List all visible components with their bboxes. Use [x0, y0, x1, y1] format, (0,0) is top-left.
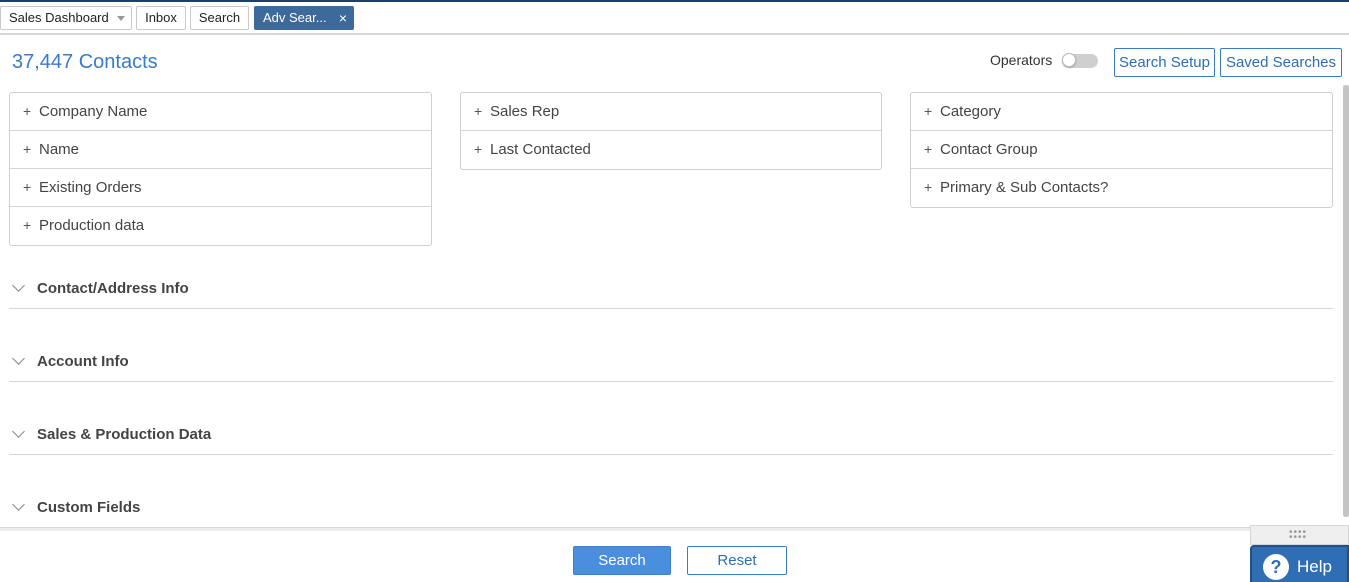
search-setup-button[interactable]: Search Setup [1114, 48, 1215, 77]
chevron-down-icon [12, 425, 25, 438]
grip-icon: •••• •••• [1289, 527, 1308, 543]
filter-item[interactable]: + Existing Orders [10, 169, 431, 207]
operators-label: Operators [990, 52, 1053, 68]
close-icon[interactable]: × [339, 7, 347, 29]
section-title: Account Info [37, 353, 129, 370]
plus-icon: + [924, 103, 933, 119]
search-button[interactable]: Search [573, 546, 671, 575]
chevron-down-icon [12, 498, 25, 511]
top-tab-bar: Sales Dashboard Inbox Search Adv Sear...… [0, 0, 1349, 35]
filter-item-label: Sales Rep [490, 103, 560, 120]
filter-item[interactable]: + Name [10, 131, 431, 169]
filter-item-label: Contact Group [940, 141, 1038, 158]
filter-item-label: Production data [39, 217, 145, 234]
filter-item-label: Name [39, 141, 80, 158]
question-icon: ? [1263, 554, 1289, 580]
help-drag-handle[interactable]: •••• •••• [1250, 525, 1349, 545]
section-account-info[interactable]: Account Info [9, 346, 1333, 382]
toggle-knob [1062, 53, 1076, 67]
filter-item[interactable]: + Company Name [10, 93, 431, 131]
plus-icon: + [23, 179, 32, 195]
operators-toggle[interactable] [1062, 53, 1098, 68]
filter-item-label: Last Contacted [490, 141, 591, 158]
filter-item-label: Company Name [39, 103, 148, 120]
section-custom-fields[interactable]: Custom Fields [9, 492, 1333, 528]
section-sales-production-data[interactable]: Sales & Production Data [9, 419, 1333, 455]
plus-icon: + [924, 141, 933, 157]
tab-advanced-search[interactable]: Adv Sear... × [254, 6, 354, 30]
plus-icon: + [474, 141, 483, 157]
filter-group-1: + Company Name + Name + Existing Orders + Produ… [9, 92, 432, 246]
filter-group-3: + Category + Contact Group + Primary & Sub Co… [910, 92, 1333, 208]
filter-item[interactable]: + Category [911, 93, 1332, 131]
filter-item[interactable]: + Contact Group [911, 131, 1332, 169]
tab-advanced-search-label: Adv Sear... [263, 10, 327, 25]
tab-inbox[interactable]: Inbox [136, 6, 186, 30]
tab-sales-dashboard[interactable]: Sales Dashboard [0, 6, 132, 30]
footer-divider [0, 527, 1349, 531]
plus-icon: + [23, 141, 32, 157]
filter-item-label: Existing Orders [39, 179, 142, 196]
filter-item-label: Primary & Sub Contacts? [940, 179, 1109, 196]
tab-sales-dashboard-label: Sales Dashboard [9, 10, 109, 25]
help-button[interactable]: ? Help [1250, 545, 1349, 582]
section-title: Custom Fields [37, 499, 141, 516]
scrollbar-thumb[interactable] [1343, 85, 1349, 517]
filter-item-label: Category [940, 103, 1001, 120]
filter-item[interactable]: + Last Contacted [461, 131, 881, 169]
chevron-down-icon [12, 352, 25, 365]
plus-icon: + [23, 103, 32, 119]
tab-search[interactable]: Search [190, 6, 249, 30]
section-title: Contact/Address Info [37, 280, 189, 297]
section-title: Sales & Production Data [37, 426, 212, 443]
plus-icon: + [23, 217, 32, 233]
filter-item[interactable]: + Sales Rep [461, 93, 881, 131]
plus-icon: + [924, 179, 933, 195]
chevron-down-icon [12, 279, 25, 292]
plus-icon: + [474, 103, 483, 119]
filter-item[interactable]: + Production data [10, 207, 431, 245]
filter-item[interactable]: + Primary & Sub Contacts? [911, 169, 1332, 207]
saved-searches-button[interactable]: Saved Searches [1220, 48, 1342, 77]
vertical-scrollbar[interactable] [1343, 85, 1349, 517]
filter-group-2: + Sales Rep + Last Contacted [460, 92, 882, 170]
chevron-down-icon[interactable] [117, 16, 125, 21]
contact-count: 37,447 Contacts [12, 51, 158, 73]
reset-button[interactable]: Reset [687, 546, 787, 575]
help-label: Help [1297, 557, 1332, 576]
section-contact-address-info[interactable]: Contact/Address Info [9, 273, 1333, 309]
